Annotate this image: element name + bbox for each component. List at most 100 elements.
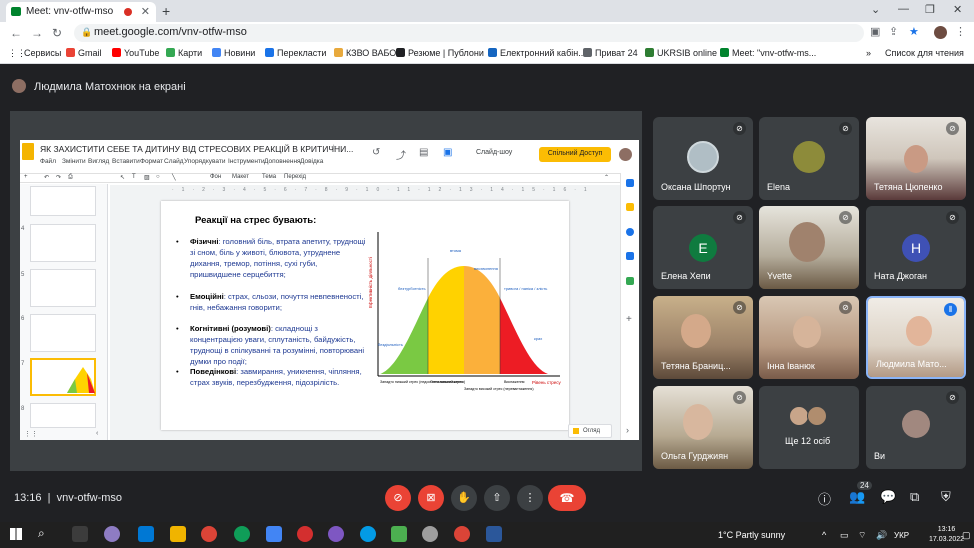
menu-item[interactable]: Формат (140, 158, 163, 165)
skype-icon[interactable] (360, 526, 376, 542)
edge-icon[interactable] (234, 526, 250, 542)
menu-item[interactable]: Вставити (112, 158, 140, 165)
taskbar-app-icon[interactable] (138, 526, 154, 542)
restore-icon[interactable]: ❐ (925, 3, 935, 16)
taskbar-app-icon[interactable] (104, 526, 120, 542)
participant-tile-active-speaker[interactable]: ⦀ Людмила Мато... (866, 296, 966, 379)
history-icon[interactable]: ↺ (372, 147, 380, 158)
collapse-toolbar-icon[interactable]: ⌃ (604, 174, 609, 181)
slide-thumbnail-selected[interactable] (30, 358, 96, 396)
bookmark-youtube[interactable]: YouTube (112, 48, 159, 58)
people-icon[interactable]: 👥 (849, 489, 865, 505)
host-controls-icon[interactable]: ⛨ (941, 489, 951, 505)
participant-tile[interactable]: ⊘ Тетяна Браниц... (653, 296, 753, 379)
windows-start-icon[interactable] (10, 528, 22, 540)
menu-item[interactable]: Доповнення (264, 158, 301, 165)
menu-item[interactable]: Слайд (164, 158, 184, 165)
more-options-button[interactable]: ⋮ (517, 485, 543, 511)
participant-tile[interactable]: ⊘ Тетяна Цюпенко (866, 117, 966, 200)
grid-view-icon[interactable]: ⋮⋮ (24, 430, 38, 438)
weather-widget[interactable]: 1°C Partly sunny (718, 530, 785, 540)
mic-toggle-button[interactable]: ⊘ (385, 485, 411, 511)
taskbar-app-icon[interactable] (391, 526, 407, 542)
bookmark-meet[interactable]: Meet: "vnv-otfw-ms... (720, 48, 816, 58)
wifi-icon[interactable]: ⌔ (858, 530, 866, 541)
menu-item[interactable]: Файл (40, 158, 56, 165)
search-icon[interactable]: ⌕ (38, 526, 54, 542)
collapse-filmstrip-icon[interactable]: ‹ (96, 430, 98, 437)
raise-hand-button[interactable]: ✋ (451, 485, 477, 511)
present-now-button[interactable]: ⇧ (484, 485, 510, 511)
textbox-icon[interactable]: T (132, 174, 136, 180)
bookmark-kzvo[interactable]: КЗВО ВАБО (334, 48, 396, 58)
print-icon[interactable]: ⎙ (68, 174, 73, 181)
chrome-active-icon[interactable] (454, 526, 470, 542)
yandex-icon[interactable] (297, 526, 313, 542)
participant-tile[interactable]: H ⊘ Ната Джоган (866, 206, 966, 289)
close-window-icon[interactable]: ✕ (953, 3, 962, 16)
maps-icon[interactable] (626, 277, 634, 285)
bookmark-news[interactable]: Новини (212, 48, 255, 58)
minimize-icon[interactable]: — (898, 3, 909, 15)
slideshow-button[interactable]: Слайд-шоу (476, 149, 512, 156)
reading-list[interactable]: Список для чтения (885, 48, 964, 58)
network-icon[interactable]: ▭ (840, 530, 849, 541)
bookmark-gmail[interactable]: Gmail (66, 48, 102, 58)
toolbar-theme[interactable]: Тема (262, 174, 276, 180)
participant-tile[interactable]: E ⊘ Елена Хепи (653, 206, 753, 289)
bookmark-maps[interactable]: Карти (166, 48, 202, 58)
slide-thumbnail[interactable] (30, 224, 96, 262)
leave-call-button[interactable]: ☎ (548, 485, 586, 511)
camera-in-use-icon[interactable]: ▣ (870, 25, 880, 38)
undo-icon[interactable]: ↶ (44, 174, 49, 181)
toolbar-layout[interactable]: Макет (232, 174, 249, 180)
slide-thumbnail[interactable] (30, 314, 96, 352)
menu-item[interactable]: Довідка (300, 158, 323, 165)
menu-item[interactable]: Інструменти (228, 158, 265, 165)
bookmark-ukrsib[interactable]: UKRSIB online (645, 48, 717, 58)
menu-icon[interactable]: ⋮ (955, 25, 966, 38)
more-participants-tile[interactable]: Ще 12 осіб (759, 386, 859, 469)
camera-toggle-button[interactable]: ⊠ (418, 485, 444, 511)
menu-item[interactable]: Упорядкувати (184, 158, 225, 165)
slide-thumbnail[interactable] (30, 269, 96, 307)
activity-icon[interactable]: ⤴ (396, 147, 406, 162)
viber-icon[interactable] (328, 526, 344, 542)
forward-icon[interactable]: → (31, 26, 43, 40)
address-bar[interactable]: 🔒 meet.google.com/vnv-otfw-mso (74, 24, 864, 42)
notifications-icon[interactable]: ▢ (962, 530, 971, 541)
document-title[interactable]: ЯК ЗАХИСТИТИ СЕБЕ ТА ДИТИНУ ВІД СТРЕСОВИ… (40, 144, 353, 154)
share-button[interactable]: Спільний Доступ (539, 147, 611, 162)
tray-overflow-icon[interactable]: ^ (822, 530, 826, 540)
bookmark-services[interactable]: Сервисы (24, 48, 61, 58)
bookmark-translate[interactable]: Перекласти (265, 48, 326, 58)
select-icon[interactable]: ↖ (120, 174, 125, 181)
self-tile[interactable]: ⊘ Ви (866, 386, 966, 469)
shape-icon[interactable]: ○ (156, 174, 160, 180)
chat-icon[interactable]: 💬 (880, 489, 896, 505)
add-icon[interactable]: + (24, 174, 28, 180)
bookmark-cabinet[interactable]: Електронний кабін... (488, 48, 586, 58)
reload-icon[interactable]: ↻ (52, 26, 62, 40)
menu-item[interactable]: Вигляд (88, 158, 109, 165)
star-icon[interactable]: ★ (909, 25, 919, 38)
image-icon[interactable]: ▨ (144, 174, 150, 181)
participant-tile[interactable]: ⊘ Yvette (759, 206, 859, 289)
contacts-icon[interactable] (626, 252, 634, 260)
file-explorer-icon[interactable] (170, 526, 186, 542)
toolbar-background[interactable]: Фон (210, 174, 221, 180)
activities-icon[interactable]: ⧉ (910, 489, 919, 505)
chrome-icon[interactable] (201, 526, 217, 542)
language-indicator[interactable]: УКР (894, 531, 909, 540)
line-icon[interactable]: ╲ (172, 174, 176, 181)
present-to-meet-icon[interactable]: ▣ (443, 147, 452, 158)
comments-icon[interactable]: ▤ (419, 147, 428, 158)
word-icon[interactable] (486, 526, 502, 542)
bookmark-privat24[interactable]: Приват 24 (583, 48, 638, 58)
participant-tile[interactable]: ⊘ Оксана Шпортун (653, 117, 753, 200)
close-tab-icon[interactable]: ✕ (141, 5, 150, 18)
bookmarks-overflow-icon[interactable]: » (866, 48, 871, 58)
add-addon-icon[interactable]: + (626, 314, 632, 325)
settings-icon[interactable] (422, 526, 438, 542)
tasks-icon[interactable] (626, 228, 634, 236)
